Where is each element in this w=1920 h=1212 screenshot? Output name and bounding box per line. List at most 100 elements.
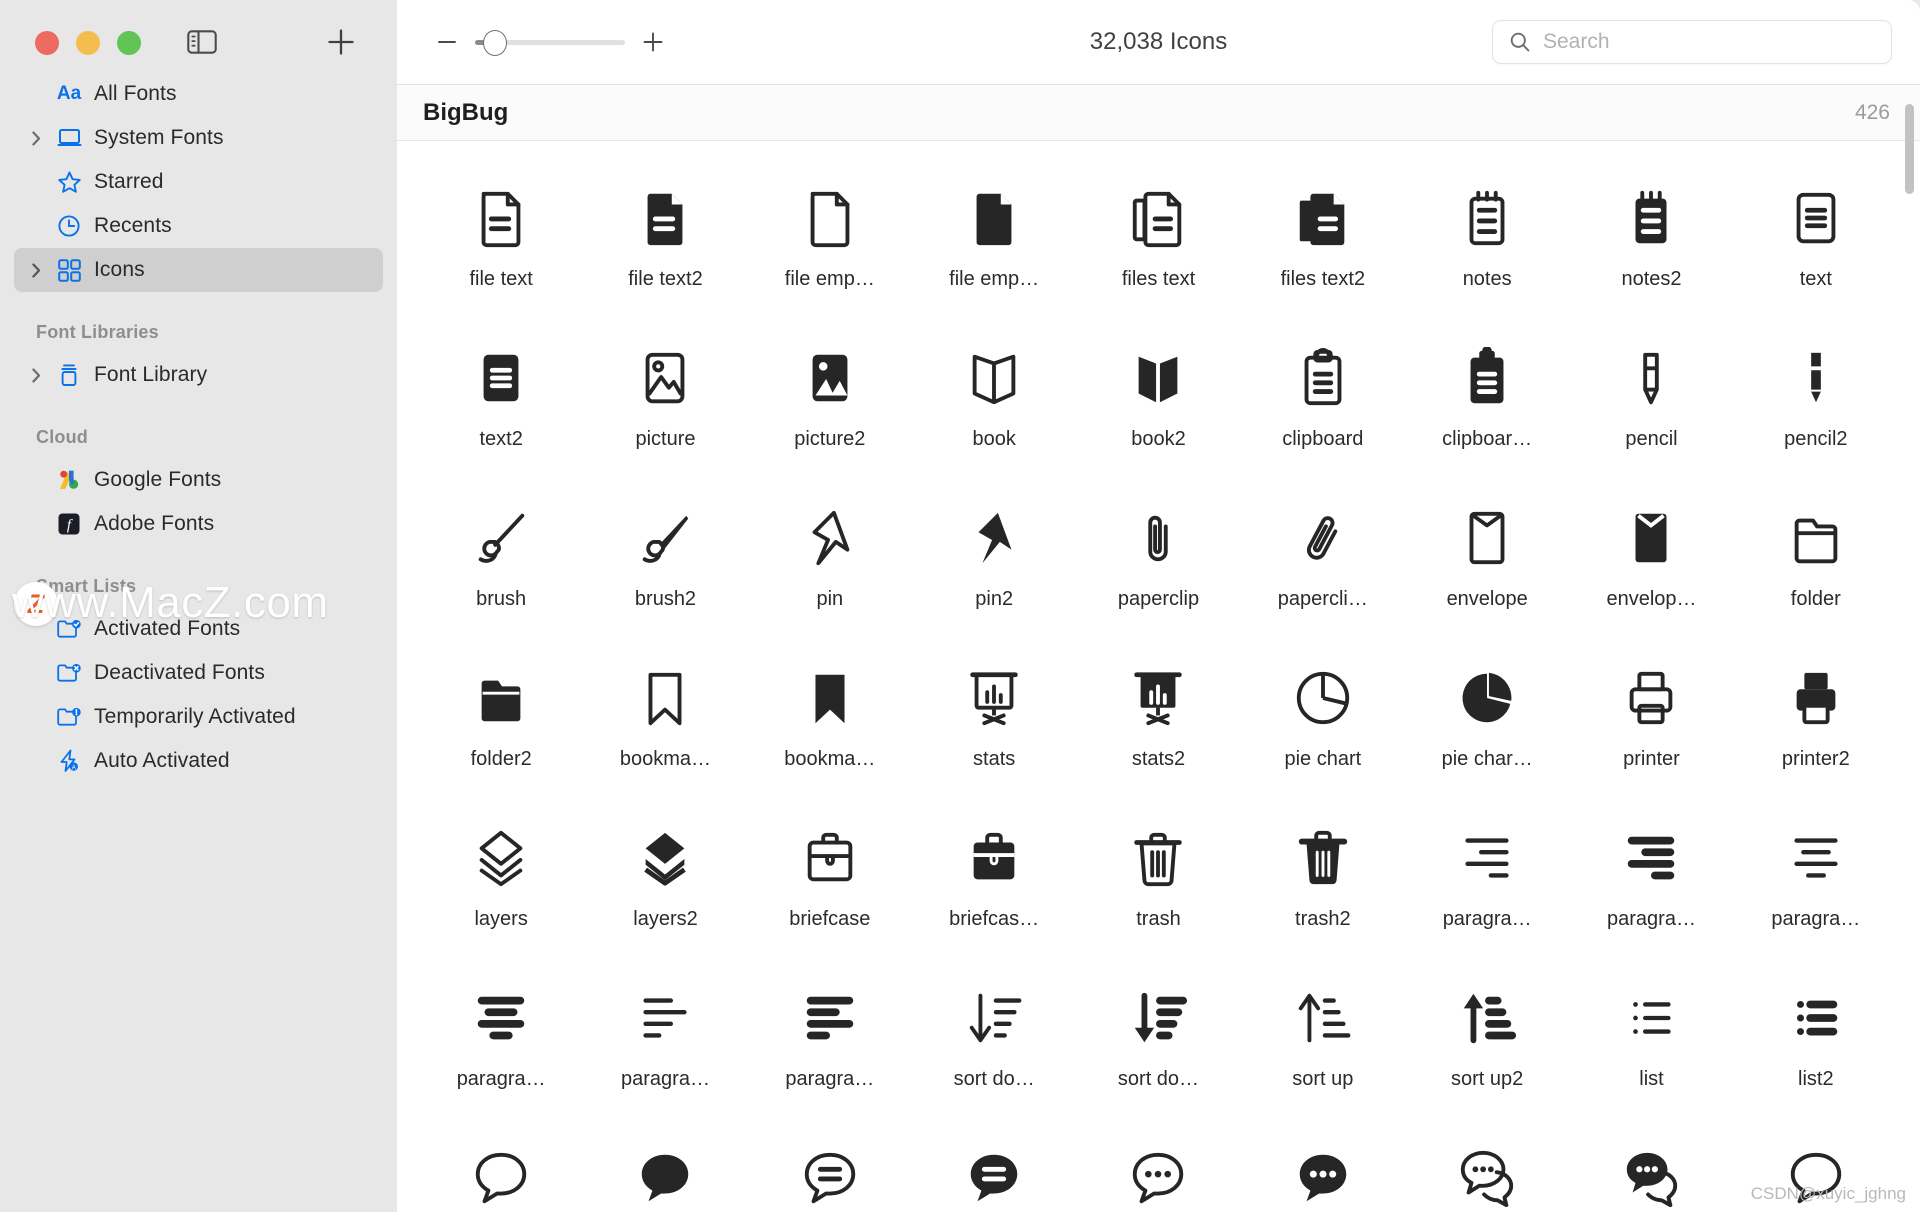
icon-cell[interactable]: pin2	[912, 484, 1076, 644]
icon-cell[interactable]: text	[1734, 164, 1898, 324]
icon-cell[interactable]: printer2	[1734, 644, 1898, 804]
sidebar-item-icons[interactable]: Icons	[14, 248, 383, 292]
icon-cell[interactable]: layers2	[583, 804, 747, 964]
icon-cell[interactable]: bookma…	[748, 644, 912, 804]
icon-label: briefcas…	[949, 908, 1040, 930]
icon-cell[interactable]: pie char…	[1405, 644, 1569, 804]
icon-cell[interactable]: file text	[419, 164, 583, 324]
icon-cell[interactable]: list	[1569, 964, 1733, 1124]
icon-cell[interactable]	[748, 1124, 912, 1212]
close-button[interactable]	[35, 31, 59, 55]
icon-cell[interactable]: layers	[419, 804, 583, 964]
icon-cell[interactable]: files text	[1076, 164, 1240, 324]
icon-cell[interactable]: papercli…	[1241, 484, 1405, 644]
icon-cell[interactable]: sort up	[1241, 964, 1405, 1124]
search-field[interactable]	[1492, 20, 1892, 64]
icon-label: layers2	[633, 908, 698, 930]
icon-cell[interactable]: paperclip	[1076, 484, 1240, 644]
maximize-button[interactable]	[117, 31, 141, 55]
icon-cell[interactable]	[912, 1124, 1076, 1212]
icon-cell[interactable]	[1405, 1124, 1569, 1212]
icon-cell[interactable]: paragra…	[583, 964, 747, 1124]
icon-cell[interactable]: sort do…	[912, 964, 1076, 1124]
icon-cell[interactable]: brush2	[583, 484, 747, 644]
icon-cell[interactable]: sort do…	[1076, 964, 1240, 1124]
icon-cell[interactable]: notes	[1405, 164, 1569, 324]
icon-cell[interactable]: pie chart	[1241, 644, 1405, 804]
icon-cell[interactable]	[419, 1124, 583, 1212]
icon-cell[interactable]: brush	[419, 484, 583, 644]
icon-cell[interactable]: pencil2	[1734, 324, 1898, 484]
icon-cell[interactable]: text2	[419, 324, 583, 484]
chevron-right-icon[interactable]	[32, 367, 52, 383]
icon-cell[interactable]: pin	[748, 484, 912, 644]
icon-cell[interactable]: folder	[1734, 484, 1898, 644]
chevron-right-icon[interactable]	[32, 262, 52, 278]
icon-cell[interactable]: clipboard	[1241, 324, 1405, 484]
sidebar-item-all-fonts[interactable]: Aa All Fonts	[14, 72, 383, 116]
zoom-in-button[interactable]	[633, 22, 673, 62]
icon-cell[interactable]: folder2	[419, 644, 583, 804]
pin-filled-icon	[963, 502, 1025, 574]
icon-cell[interactable]: printer	[1569, 644, 1733, 804]
icon-cell[interactable]	[583, 1124, 747, 1212]
icon-cell[interactable]: envelope	[1405, 484, 1569, 644]
sidebar-item-starred[interactable]: Starred	[14, 160, 383, 204]
icon-cell[interactable]: stats2	[1076, 644, 1240, 804]
icon-size-slider[interactable]	[475, 22, 625, 62]
sidebar-item-deactivated-fonts[interactable]: Deactivated Fonts	[14, 651, 383, 695]
zoom-out-button[interactable]	[427, 22, 467, 62]
icon-cell[interactable]: file emp…	[912, 164, 1076, 324]
icon-cell[interactable]: picture	[583, 324, 747, 484]
icon-label: list	[1639, 1068, 1664, 1090]
sidebar-toggle-button[interactable]	[175, 20, 229, 64]
icon-cell[interactable]: file text2	[583, 164, 747, 324]
icon-label: paperclip	[1117, 588, 1200, 610]
sidebar-item-adobe-fonts[interactable]: f Adobe Fonts	[14, 502, 383, 546]
icon-cell[interactable]	[1076, 1124, 1240, 1212]
search-input[interactable]	[1543, 30, 1853, 54]
sidebar-item-temporarily-activated[interactable]: Temporarily Activated	[14, 695, 383, 739]
icon-cell[interactable]: paragra…	[419, 964, 583, 1124]
icon-cell[interactable]: paragra…	[1734, 804, 1898, 964]
minimize-button[interactable]	[76, 31, 100, 55]
sidebar-item-activated-fonts[interactable]: Activated Fonts	[14, 607, 383, 651]
sidebar-item-font-library[interactable]: Font Library	[14, 353, 383, 397]
icon-cell[interactable]: stats	[912, 644, 1076, 804]
icon-cell[interactable]	[1241, 1124, 1405, 1212]
icon-cell[interactable]	[1734, 1124, 1898, 1212]
add-button[interactable]	[317, 20, 365, 64]
icon-cell[interactable]: paragra…	[1405, 804, 1569, 964]
slider-thumb[interactable]	[483, 30, 507, 56]
icon-cell[interactable]: list2	[1734, 964, 1898, 1124]
sidebar-item-auto-activated[interactable]: A Auto Activated	[14, 739, 383, 783]
icon-label: file text	[469, 268, 533, 290]
icon-cell[interactable]: book	[912, 324, 1076, 484]
vertical-scrollbar[interactable]	[1905, 104, 1914, 194]
icon-cell[interactable]: pencil	[1569, 324, 1733, 484]
sidebar-item-recents[interactable]: Recents	[14, 204, 383, 248]
icon-cell[interactable]: briefcas…	[912, 804, 1076, 964]
icon-cell[interactable]: trash	[1076, 804, 1240, 964]
chevron-right-icon[interactable]	[32, 130, 52, 146]
stats-icon	[963, 662, 1025, 734]
sidebar-item-label: Deactivated Fonts	[94, 661, 265, 684]
icon-cell[interactable]: notes2	[1569, 164, 1733, 324]
icon-cell[interactable]: bookma…	[583, 644, 747, 804]
icon-cell[interactable]: picture2	[748, 324, 912, 484]
sidebar-item-google-fonts[interactable]: Google Fonts	[14, 458, 383, 502]
icon-cell[interactable]: briefcase	[748, 804, 912, 964]
icon-cell[interactable]: files text2	[1241, 164, 1405, 324]
icon-cell[interactable]: paragra…	[748, 964, 912, 1124]
icon-grid-scroll[interactable]: file text file text2 file emp… file emp… fil…	[397, 142, 1920, 1212]
icon-cell[interactable]: envelop…	[1569, 484, 1733, 644]
icon-cell[interactable]: clipboar…	[1405, 324, 1569, 484]
icon-cell[interactable]: trash2	[1241, 804, 1405, 964]
bookmark-icon	[634, 662, 696, 734]
icon-cell[interactable]: book2	[1076, 324, 1240, 484]
sidebar-item-system-fonts[interactable]: System Fonts	[14, 116, 383, 160]
icon-cell[interactable]: file emp…	[748, 164, 912, 324]
icon-cell[interactable]: paragra…	[1569, 804, 1733, 964]
icon-cell[interactable]: sort up2	[1405, 964, 1569, 1124]
icon-cell[interactable]	[1569, 1124, 1733, 1212]
